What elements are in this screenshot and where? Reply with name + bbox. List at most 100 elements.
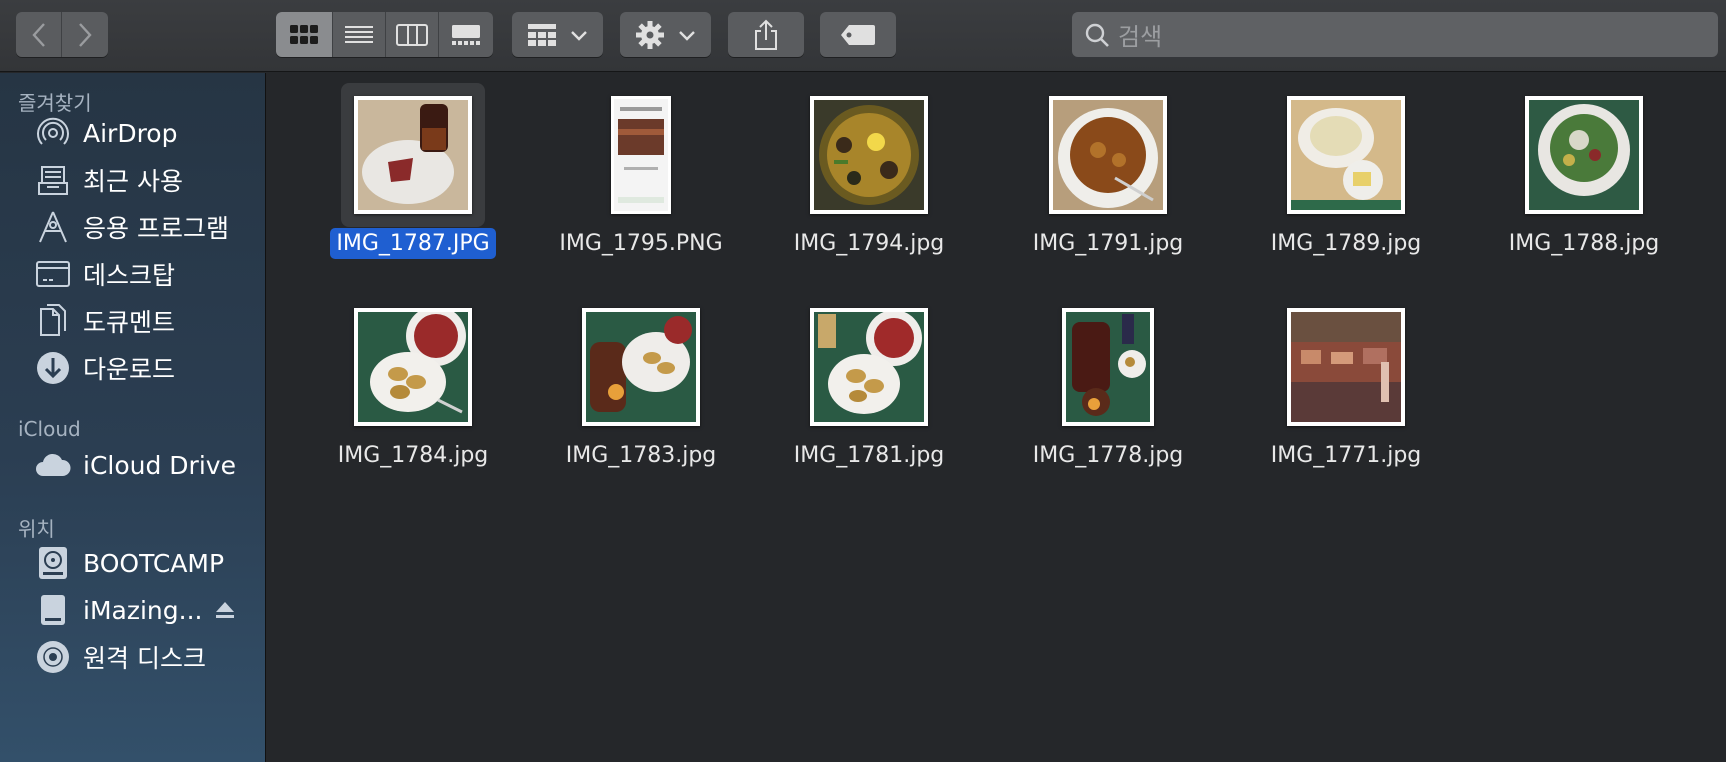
file-item[interactable]: IMG_1778.jpg bbox=[998, 287, 1218, 487]
sidebar: 즐겨찾기 AirDrop 최근 사용 응용 프로그램 데스크탑 도큐멘트 다운로… bbox=[0, 73, 266, 762]
file-item[interactable]: IMG_1783.jpg bbox=[531, 287, 751, 487]
file-item[interactable]: IMG_1771.jpg bbox=[1236, 287, 1456, 487]
photo-thumbnail bbox=[354, 306, 472, 426]
sidebar-item-label: 다운로드 bbox=[83, 355, 176, 384]
external-disk-icon bbox=[34, 591, 72, 629]
sidebar-item-label: AirDrop bbox=[83, 118, 178, 148]
gallery-icon bbox=[452, 24, 480, 45]
sidebar-item-label: iMazing... bbox=[83, 595, 203, 625]
list-view-button[interactable] bbox=[333, 12, 386, 57]
sidebar-item-documents[interactable]: 도큐멘트 bbox=[0, 298, 265, 344]
file-name: IMG_1771.jpg bbox=[1236, 443, 1456, 468]
photo-thumbnail bbox=[1062, 308, 1154, 426]
file-name: IMG_1789.jpg bbox=[1236, 231, 1456, 256]
applications-icon bbox=[34, 208, 72, 246]
forward-button[interactable] bbox=[62, 12, 108, 57]
file-name: IMG_1791.jpg bbox=[998, 231, 1218, 256]
file-name-text: IMG_1795.PNG bbox=[559, 231, 723, 256]
thumbnail-frame bbox=[569, 295, 713, 439]
file-item[interactable]: IMG_1787.JPG bbox=[303, 75, 523, 275]
file-item[interactable]: IMG_1781.jpg bbox=[759, 287, 979, 487]
thumbnail-frame bbox=[341, 83, 485, 227]
search-field[interactable]: 검색 bbox=[1072, 12, 1718, 57]
thumbnail-frame bbox=[1512, 83, 1656, 227]
sidebar-item-imazing[interactable]: iMazing... bbox=[0, 587, 265, 633]
file-name: IMG_1794.jpg bbox=[759, 231, 979, 256]
photo-market-counter-icon bbox=[1291, 312, 1401, 422]
file-item[interactable]: IMG_1784.jpg bbox=[303, 287, 523, 487]
column-view-button[interactable] bbox=[386, 12, 439, 57]
thumbnail-frame bbox=[797, 83, 941, 227]
file-name-text: IMG_1791.jpg bbox=[1032, 231, 1184, 256]
thumbnail-frame bbox=[569, 83, 713, 227]
internal-disk-icon bbox=[34, 544, 72, 582]
search-icon bbox=[1085, 23, 1109, 47]
file-name-text: IMG_1771.jpg bbox=[1270, 443, 1422, 468]
grid-icon bbox=[290, 24, 318, 44]
file-name-text: IMG_1784.jpg bbox=[337, 443, 489, 468]
file-item[interactable]: IMG_1794.jpg bbox=[759, 75, 979, 275]
finder-window: 검색 즐겨찾기 AirDrop 최근 사용 응용 프로그램 데스크탑 도큐멘트 … bbox=[0, 0, 1726, 762]
icon-view-button[interactable] bbox=[276, 12, 333, 57]
action-button[interactable] bbox=[620, 12, 711, 57]
file-name-text: IMG_1778.jpg bbox=[1032, 443, 1184, 468]
sidebar-item-recents[interactable]: 최근 사용 bbox=[0, 157, 265, 203]
columns-icon bbox=[396, 23, 428, 46]
airdrop-icon bbox=[34, 114, 72, 152]
sidebar-item-airdrop[interactable]: AirDrop bbox=[0, 110, 265, 156]
desktop-icon bbox=[34, 255, 72, 293]
tags-button[interactable] bbox=[820, 12, 896, 57]
share-icon bbox=[755, 19, 777, 50]
file-name: IMG_1781.jpg bbox=[759, 443, 979, 468]
thumbnail-frame bbox=[1274, 83, 1418, 227]
gallery-view-button[interactable] bbox=[439, 12, 493, 57]
group-grid-icon bbox=[527, 23, 556, 46]
file-name-text: IMG_1788.jpg bbox=[1508, 231, 1660, 256]
toolbar: 검색 bbox=[0, 0, 1726, 72]
view-mode-control bbox=[276, 12, 493, 57]
sidebar-item-applications[interactable]: 응용 프로그램 bbox=[0, 204, 265, 250]
search-placeholder: 검색 bbox=[1118, 23, 1163, 51]
sidebar-item-bootcamp[interactable]: BOOTCAMP bbox=[0, 540, 265, 586]
photo-thumbnail bbox=[810, 96, 928, 214]
sidebar-item-remote-disc[interactable]: 원격 디스크 bbox=[0, 634, 265, 680]
thumbnail-frame bbox=[797, 295, 941, 439]
file-item[interactable]: IMG_1788.jpg bbox=[1474, 75, 1694, 275]
photo-thumbnail bbox=[354, 96, 472, 214]
nav-buttons bbox=[16, 12, 108, 57]
thumbnail-frame bbox=[341, 295, 485, 439]
group-by-button[interactable] bbox=[512, 12, 603, 57]
gear-icon bbox=[635, 20, 664, 49]
sidebar-item-label: BOOTCAMP bbox=[83, 548, 225, 578]
file-name-text: IMG_1789.jpg bbox=[1270, 231, 1422, 256]
thumbnail-frame bbox=[1036, 295, 1180, 439]
sidebar-item-label: 도큐멘트 bbox=[83, 308, 176, 337]
file-name-text: IMG_1787.JPG bbox=[330, 228, 496, 259]
sidebar-item-icloud-drive[interactable]: iCloud Drive bbox=[0, 442, 265, 488]
file-item[interactable]: IMG_1795.PNG bbox=[531, 75, 751, 275]
photo-croquettes-ham-icon bbox=[814, 310, 924, 422]
photo-sangria-jug-icon bbox=[1066, 312, 1150, 422]
file-item[interactable]: IMG_1791.jpg bbox=[998, 75, 1218, 275]
cloud-icon bbox=[34, 446, 72, 484]
sidebar-item-downloads[interactable]: 다운로드 bbox=[0, 345, 265, 391]
list-icon bbox=[345, 25, 373, 43]
back-button[interactable] bbox=[16, 12, 62, 57]
share-button[interactable] bbox=[728, 12, 804, 57]
photo-croquettes-icon bbox=[358, 306, 468, 422]
chevron-down-icon bbox=[678, 30, 695, 41]
recents-icon bbox=[34, 161, 72, 199]
sidebar-item-label: 원격 디스크 bbox=[83, 644, 206, 673]
photo-sangria-tapas-icon bbox=[586, 312, 696, 422]
sidebar-item-desktop[interactable]: 데스크탑 bbox=[0, 251, 265, 297]
photo-thumbnail bbox=[810, 308, 928, 426]
thumbnail-frame bbox=[1274, 295, 1418, 439]
photo-thumbnail bbox=[1049, 96, 1167, 214]
file-name: IMG_1788.jpg bbox=[1474, 231, 1694, 256]
photo-thumbnail bbox=[1287, 308, 1405, 426]
tag-icon bbox=[841, 24, 875, 45]
eject-icon[interactable] bbox=[214, 600, 236, 620]
file-name-text: IMG_1781.jpg bbox=[793, 443, 945, 468]
file-grid: IMG_1787.JPG IMG_1795.PNG IMG_1794.jpg I… bbox=[267, 73, 1726, 762]
file-item[interactable]: IMG_1789.jpg bbox=[1236, 75, 1456, 275]
